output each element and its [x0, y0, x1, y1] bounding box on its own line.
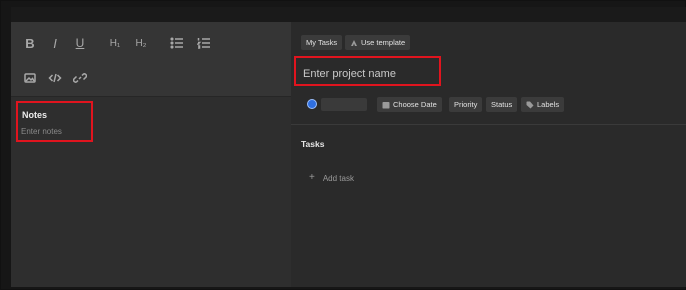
app-window: B I U H₁ H₂ Notes My Task — [0, 0, 686, 290]
add-task-label: Add task — [322, 174, 354, 183]
heading-2-button[interactable]: H₂ — [131, 33, 151, 53]
use-template-label: Use template — [361, 38, 406, 47]
link-icon — [73, 73, 87, 83]
numbered-list-button[interactable] — [194, 33, 214, 53]
my-tasks-label: My Tasks — [306, 38, 338, 47]
add-task-button[interactable]: + Add task — [309, 172, 354, 184]
tasks-heading: Tasks — [301, 139, 325, 149]
choose-date-button[interactable]: Choose Date — [377, 97, 442, 112]
code-icon — [48, 73, 62, 83]
my-tasks-button[interactable]: My Tasks — [301, 35, 343, 50]
priority-label: Priority — [454, 100, 478, 109]
section-divider — [291, 124, 686, 125]
plus-icon: + — [309, 172, 315, 183]
bullet-list-icon — [170, 37, 183, 49]
labels-label: Labels — [537, 100, 560, 109]
top-bar — [11, 7, 686, 22]
use-template-button[interactable]: Use template — [345, 35, 411, 50]
status-label: Status — [491, 100, 513, 109]
notes-editor-pane: B I U H₁ H₂ Notes — [11, 22, 291, 287]
link-button[interactable] — [70, 68, 90, 88]
underline-button[interactable]: U — [70, 33, 90, 53]
formatting-toolbar: B I U H₁ H₂ — [11, 22, 291, 97]
code-button[interactable] — [45, 68, 65, 88]
status-button[interactable]: Status — [486, 97, 518, 112]
bold-button[interactable]: B — [20, 33, 40, 53]
priority-button[interactable]: Priority — [449, 97, 483, 112]
calendar-icon — [382, 101, 390, 108]
image-icon — [24, 73, 36, 83]
italic-button[interactable]: I — [45, 33, 65, 53]
avatar[interactable] — [307, 99, 317, 109]
numbered-list-icon — [197, 38, 210, 49]
choose-date-label: Choose Date — [393, 100, 437, 109]
labels-button[interactable]: Labels — [521, 97, 565, 112]
template-icon — [351, 39, 357, 46]
tag-icon — [526, 101, 534, 108]
bullet-list-button[interactable] — [167, 33, 187, 53]
heading-1-button[interactable]: H₁ — [105, 33, 125, 53]
project-name-highlight-box — [294, 56, 441, 86]
image-button[interactable] — [20, 68, 40, 88]
notes-highlight-box — [16, 101, 93, 142]
assignee-name-redacted[interactable] — [321, 98, 367, 111]
